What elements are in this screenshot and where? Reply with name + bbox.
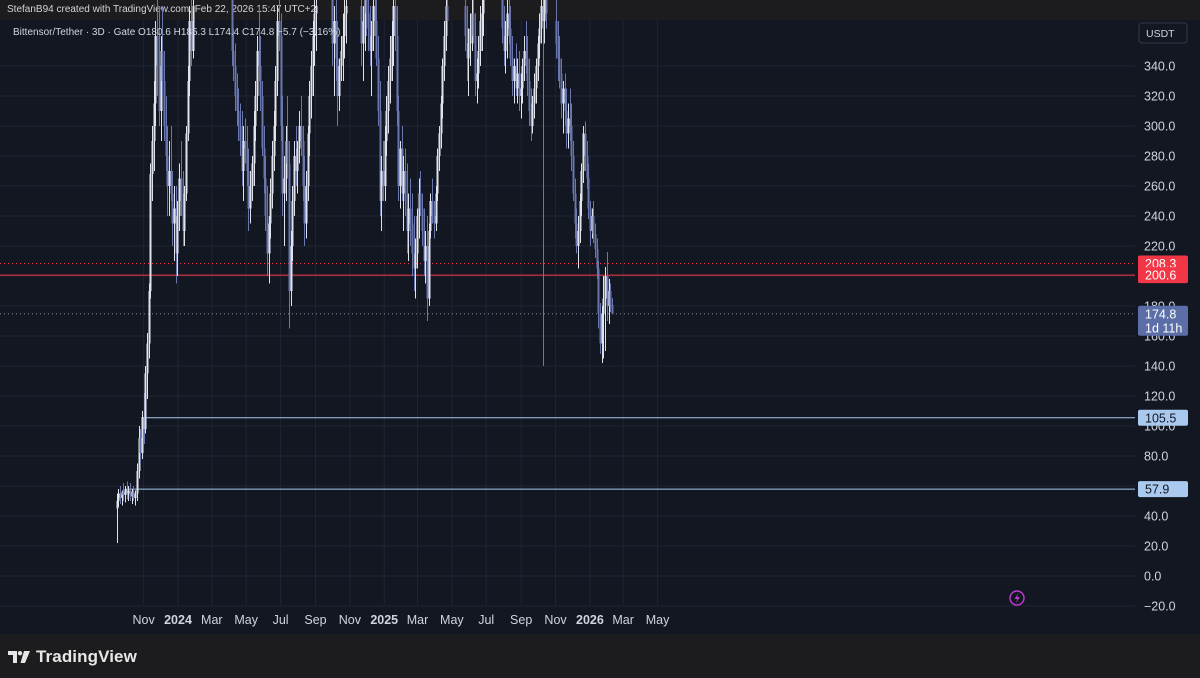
svg-text:200.6: 200.6	[1145, 269, 1176, 283]
x-tick-label: Jul	[478, 613, 494, 627]
candle	[149, 163, 152, 299]
tradingview-logo-icon	[8, 651, 30, 663]
y-tick-label: 120.0	[1144, 390, 1175, 404]
chart-legend: Bittensor/Tether · 3D · Gate O180.6 H185…	[13, 27, 340, 38]
price-tag-174.8: 174.81d 11h	[1138, 305, 1188, 336]
svg-text:174.8: 174.8	[1145, 307, 1176, 321]
price-tag-57.9: 57.9	[1138, 481, 1188, 498]
svg-text:57.9: 57.9	[1145, 483, 1169, 497]
y-tick-label: 260.0	[1144, 180, 1175, 194]
footer: TradingView	[0, 634, 1200, 678]
x-tick-label: May	[440, 613, 464, 627]
x-tick-label: Jul	[273, 613, 289, 627]
brand[interactable]: TradingView	[8, 647, 137, 667]
y-tick-label: 0.0	[1144, 570, 1161, 584]
x-tick-label: Mar	[612, 613, 634, 627]
x-tick-label: May	[646, 613, 670, 627]
x-tick-label: Nov	[544, 613, 567, 627]
price-tag-105.5: 105.5	[1138, 409, 1188, 426]
y-tick-label: 20.0	[1144, 540, 1168, 554]
y-tick-label: 140.0	[1144, 360, 1175, 374]
x-tick-label: 2026	[576, 613, 604, 627]
x-tick-label: Sep	[510, 613, 532, 627]
x-tick-label: Mar	[201, 613, 223, 627]
y-tick-label: 240.0	[1144, 210, 1175, 224]
candle	[397, 96, 400, 201]
y-tick-label: 220.0	[1144, 240, 1175, 254]
price-chart[interactable]: 340.0320.0300.0280.0260.0240.0220.0200.0…	[0, 0, 1200, 634]
candle	[141, 411, 144, 459]
candle	[185, 126, 188, 201]
x-tick-label: May	[234, 613, 258, 627]
currency-label: USDT	[1146, 28, 1175, 40]
x-tick-label: Mar	[407, 613, 429, 627]
countdown-label: 1d 11h	[1145, 321, 1182, 335]
y-tick-label: 80.0	[1144, 450, 1168, 464]
y-tick-label: −20.0	[1144, 600, 1176, 614]
x-tick-label: Nov	[133, 613, 156, 627]
y-tick-label: 40.0	[1144, 510, 1168, 524]
currency-label-box[interactable]: USDT	[1138, 22, 1188, 44]
y-tick-label: 340.0	[1144, 60, 1175, 74]
y-tick-label: 300.0	[1144, 120, 1175, 134]
candle	[144, 366, 147, 434]
brand-name: TradingView	[36, 647, 137, 666]
x-tick-label: 2024	[164, 613, 192, 627]
svg-text:105.5: 105.5	[1145, 411, 1176, 425]
x-tick-label: Sep	[304, 613, 326, 627]
x-tick-label: 2025	[370, 613, 398, 627]
y-tick-label: 320.0	[1144, 90, 1175, 104]
price-tag-200.6: 200.6	[1138, 267, 1188, 284]
candle	[436, 148, 439, 201]
x-tick-label: Nov	[339, 613, 362, 627]
y-tick-label: 280.0	[1144, 150, 1175, 164]
